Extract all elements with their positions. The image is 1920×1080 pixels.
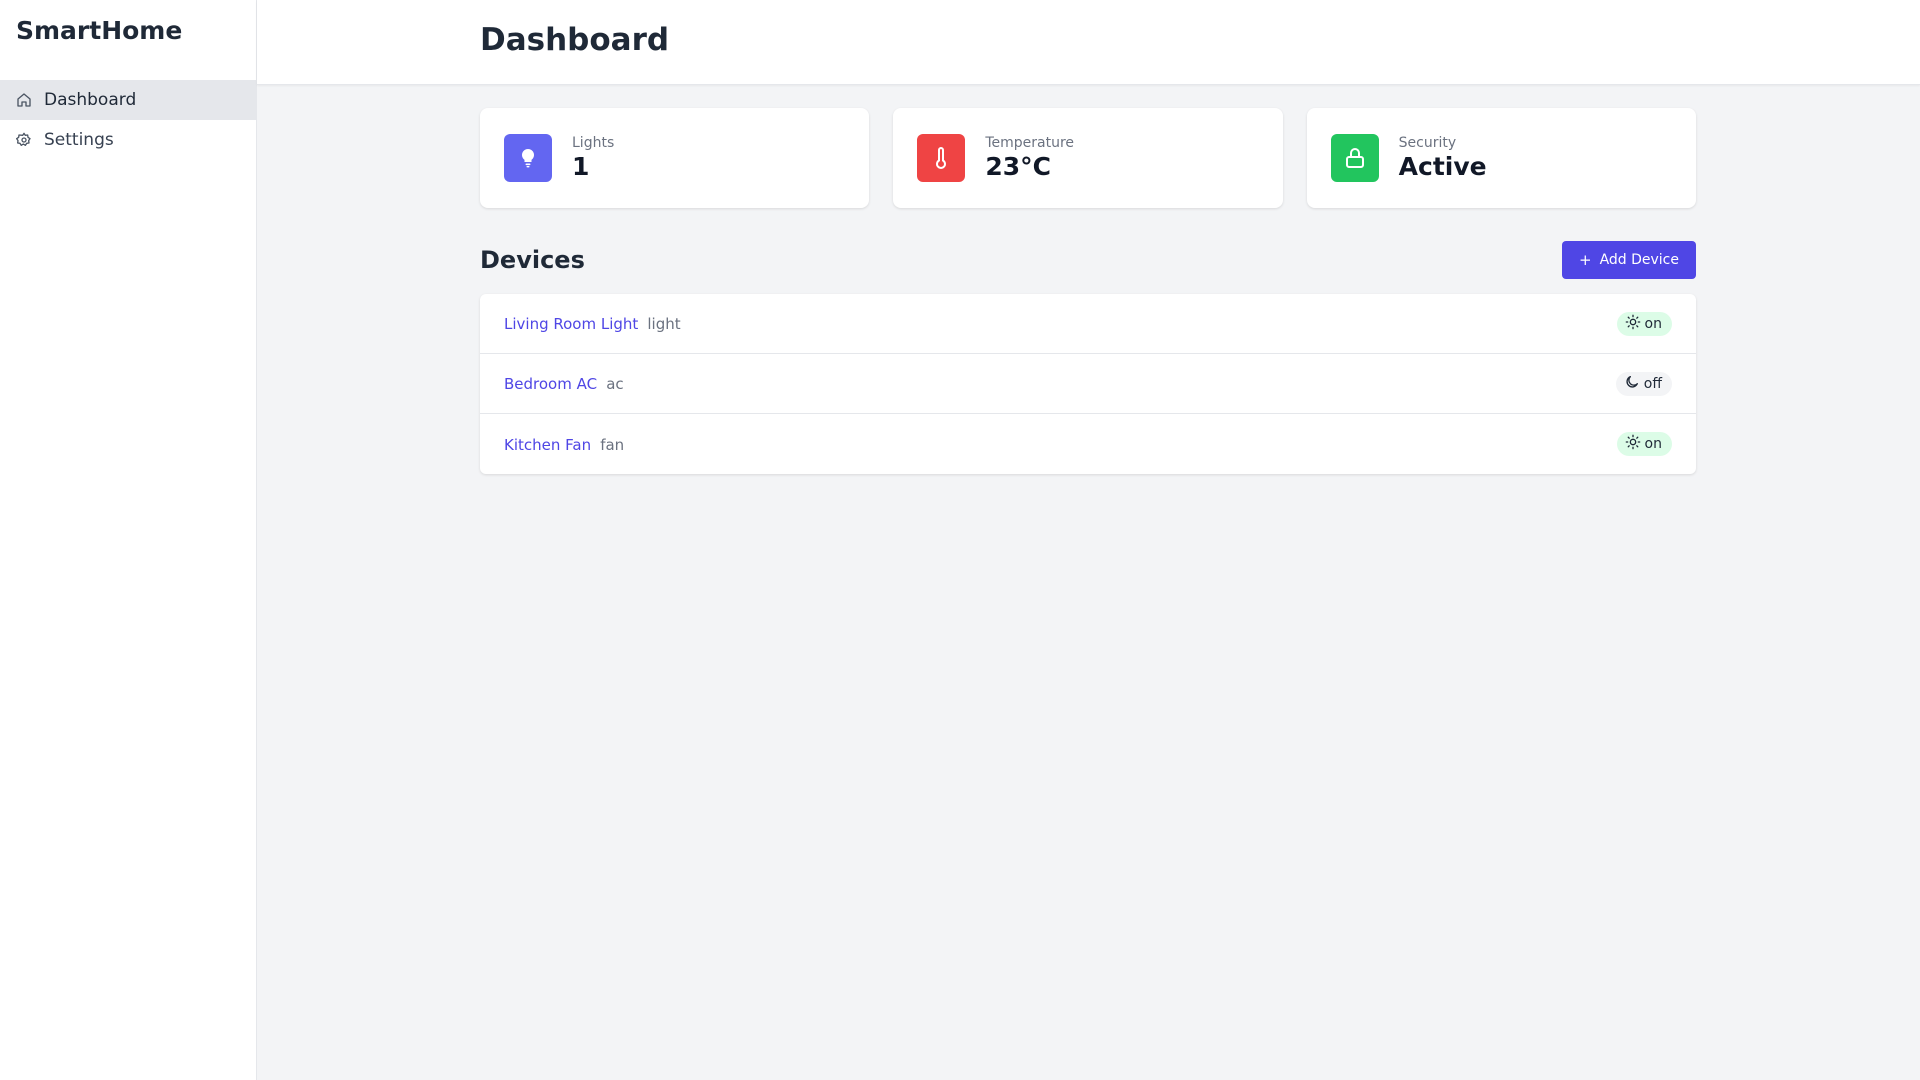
stat-label: Security (1398, 135, 1457, 151)
device-name-link[interactable]: Bedroom AC (504, 375, 597, 393)
stat-card-security: Security Active (1306, 108, 1696, 208)
sidebar-item-settings[interactable]: Settings (0, 120, 256, 160)
device-type: fan (600, 435, 625, 454)
sidebar-item-dashboard[interactable]: Dashboard (0, 80, 256, 120)
device-name-link[interactable]: Living Room Light (504, 315, 638, 333)
lock-icon (1330, 134, 1379, 182)
devices-header: Devices + Add Device (480, 240, 1696, 280)
plus-icon: + (1578, 251, 1592, 269)
device-list: Living Room Light light on Bedroom AC ac (480, 294, 1696, 474)
stats-cards: Lights 1 Temperature 23°C Security Activ… (480, 108, 1696, 208)
device-type: ac (606, 375, 624, 393)
status-toggle[interactable]: off (1615, 371, 1672, 396)
stat-label: Temperature (985, 135, 1075, 151)
status-label: on (1644, 436, 1662, 452)
sidebar: SmartHome Dashboard Settings (0, 0, 257, 1080)
sun-icon (1625, 434, 1641, 454)
sidebar-item-label: Settings (44, 130, 114, 150)
main-content: Lights 1 Temperature 23°C Security Activ… (480, 108, 1696, 474)
sun-icon (1625, 314, 1641, 334)
top-header: Dashboard (257, 0, 1920, 85)
devices-title: Devices (480, 246, 585, 274)
sidebar-item-label: Dashboard (44, 90, 137, 110)
stat-value: 23°C (985, 152, 1051, 181)
moon-icon (1624, 374, 1640, 394)
list-item: Living Room Light light on (480, 294, 1696, 354)
devices-section: Devices + Add Device Living Room Light l… (480, 240, 1696, 474)
stat-value: Active (1398, 152, 1487, 181)
device-name-link[interactable]: Kitchen Fan (504, 436, 591, 454)
page-title: Dashboard (480, 22, 670, 58)
gear-icon (16, 132, 32, 148)
sidebar-nav: Dashboard Settings (0, 80, 256, 160)
status-label: off (1643, 375, 1662, 392)
home-icon (16, 92, 32, 108)
status-toggle[interactable]: on (1616, 311, 1672, 336)
add-device-label: Add Device (1599, 252, 1679, 268)
status-label: on (1644, 315, 1662, 332)
device-type: light (647, 315, 681, 333)
brand-logo: SmartHome (16, 16, 183, 45)
list-item: Kitchen Fan fan on (480, 414, 1696, 474)
stat-card-temperature: Temperature 23°C (893, 108, 1283, 208)
stat-card-lights: Lights 1 (480, 108, 870, 208)
add-device-button[interactable]: + Add Device (1561, 241, 1696, 279)
list-item: Bedroom AC ac off (480, 354, 1696, 414)
thermometer-icon (917, 134, 966, 182)
stat-value: 1 (572, 152, 590, 181)
status-toggle[interactable]: on (1616, 432, 1672, 456)
stat-label: Lights (572, 135, 615, 151)
lightbulb-icon (504, 134, 552, 182)
